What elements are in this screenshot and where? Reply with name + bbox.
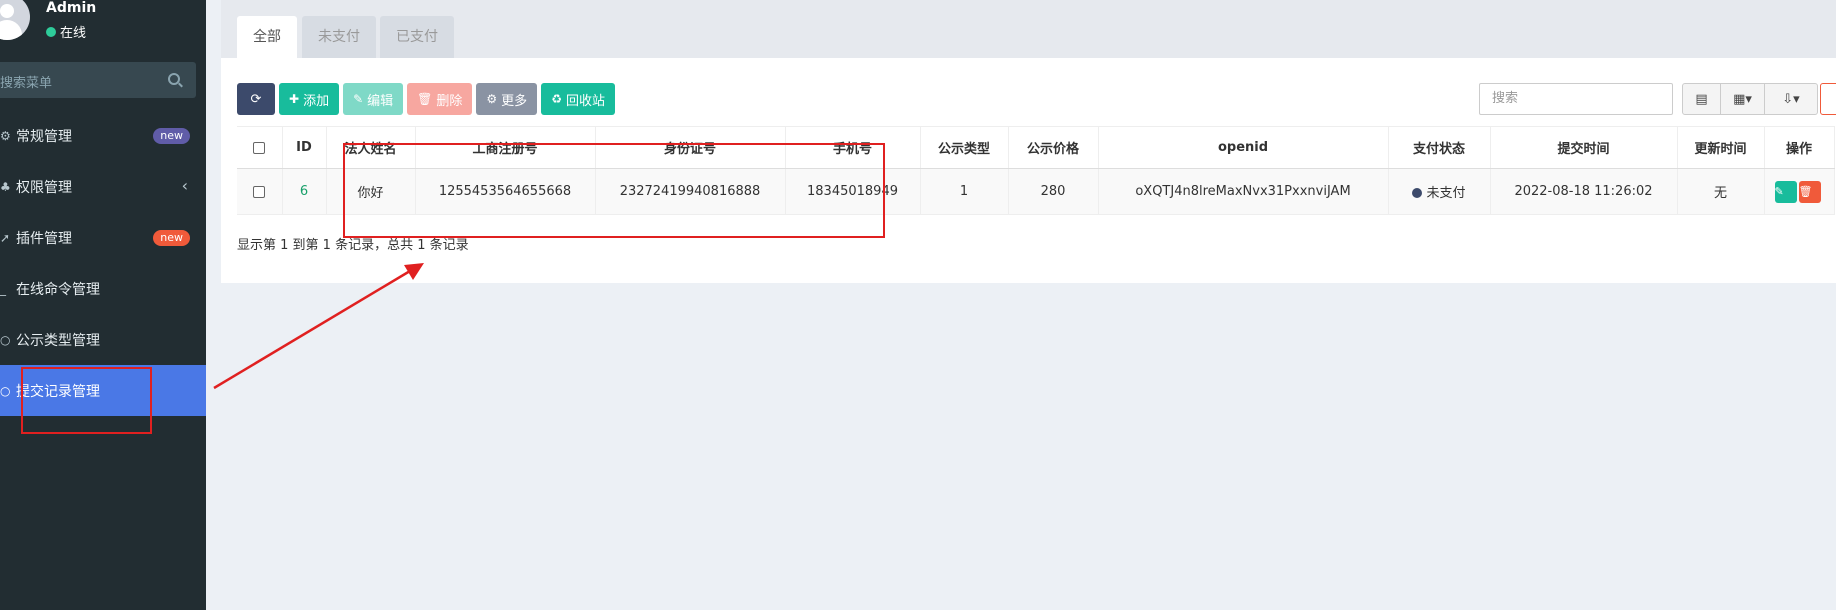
cell-pay-status: 未支付 (1388, 168, 1491, 215)
more-label: 更多 (501, 93, 528, 109)
cell-submit-time: 2022-08-18 11:26:02 (1490, 168, 1678, 215)
search-input[interactable]: 搜索 (1479, 83, 1673, 115)
col-submit-time[interactable]: 提交时间 (1490, 126, 1678, 169)
user-name: Admin (46, 0, 97, 16)
group-icon: ♣ (0, 179, 11, 194)
sidebar-item-permission[interactable]: ♣ 权限管理 ‹ (0, 161, 206, 212)
export-icon: ⇩▾ (1782, 91, 1800, 107)
delete-button[interactable]: 🗑 删除 (407, 83, 473, 115)
circle-icon: ○ (0, 332, 11, 347)
search-icon[interactable] (168, 73, 180, 85)
pencil-icon: ✎ (353, 92, 364, 106)
toolbar: ⟳ ✚ 添加 ✎ 编辑 🗑 删除 ⚙ 更多 ♻ 回收站 (237, 83, 619, 115)
refresh-button[interactable]: ⟳ (237, 83, 275, 115)
terminal-icon: _ (0, 281, 6, 296)
col-type[interactable]: 公示类型 (920, 126, 1009, 169)
sidebar-item-label: 插件管理 (16, 230, 72, 247)
status-dot-icon (1412, 188, 1423, 198)
sidebar-item-command[interactable]: _ 在线命令管理 (0, 263, 206, 314)
col-update-time[interactable]: 更新时间 (1677, 126, 1765, 169)
columns-button[interactable]: ▦▾ (1721, 84, 1765, 114)
edit-label: 编辑 (367, 93, 394, 109)
recycle-label: 回收站 (565, 93, 605, 109)
pay-status-text: 未支付 (1426, 186, 1466, 201)
gear-icon: ⚙ (486, 92, 498, 106)
user-status: 在线 (46, 22, 86, 41)
annotation-box-table (343, 143, 885, 238)
toggle-view-button[interactable]: ▤ (1683, 84, 1721, 114)
select-all-checkbox[interactable] (253, 141, 266, 154)
row-checkbox[interactable] (253, 185, 266, 198)
col-pay-status[interactable]: 支付状态 (1388, 126, 1491, 169)
col-actions: 操作 (1764, 126, 1835, 169)
row-edit-button[interactable]: ✎ (1774, 180, 1797, 203)
new-badge: new (153, 128, 190, 144)
recycle-button[interactable]: ♻ 回收站 (541, 83, 615, 115)
export-button[interactable]: ⇩▾ (1765, 84, 1817, 114)
sidebar-search-placeholder: 搜索菜单 (0, 76, 53, 91)
extra-button[interactable] (1820, 83, 1836, 115)
sidebar-item-label: 权限管理 (16, 179, 72, 196)
trash-icon: 🗑 (417, 92, 433, 106)
col-id[interactable]: ID (282, 126, 327, 169)
col-openid[interactable]: openid (1098, 126, 1389, 169)
sidebar-item-label: 常规管理 (16, 128, 72, 145)
add-button[interactable]: ✚ 添加 (279, 83, 340, 115)
sidebar: Admin 在线 搜索菜单 ⚙ 常规管理 new ♣ 权限管理 ‹ ➚ 插件管理… (0, 0, 206, 610)
tab-bar: 全部 未支付 已支付 (221, 0, 1836, 58)
col-price[interactable]: 公示价格 (1008, 126, 1099, 169)
online-dot-icon (46, 26, 56, 37)
more-button[interactable]: ⚙ 更多 (476, 83, 538, 115)
sidebar-search-input[interactable]: 搜索菜单 (0, 62, 196, 98)
circle-icon: ○ (0, 383, 11, 398)
cell-update-time: 无 (1677, 168, 1765, 215)
grid-icon: ▦▾ (1733, 91, 1752, 107)
tab-paid[interactable]: 已支付 (380, 16, 454, 58)
tab-unpaid[interactable]: 未支付 (302, 16, 376, 58)
cell-type: 1 (920, 168, 1009, 215)
cell-actions: ✎ 🗑 (1764, 168, 1835, 215)
cell-openid: oXQTJ4n8lreMaxNvx31PxxnviJAM (1098, 168, 1389, 215)
user-panel: Admin 在线 (0, 0, 206, 52)
sidebar-item-label: 公示类型管理 (16, 332, 100, 349)
recycle-icon: ♻ (551, 92, 562, 106)
sidebar-item-general[interactable]: ⚙ 常规管理 new (0, 110, 206, 161)
tab-all[interactable]: 全部 (237, 16, 297, 58)
rocket-icon: ➚ (0, 230, 11, 245)
annotation-box-menu (21, 367, 152, 434)
plus-icon: ✚ (289, 92, 300, 106)
cogs-icon: ⚙ (0, 128, 11, 143)
sidebar-item-plugins[interactable]: ➚ 插件管理 new (0, 212, 206, 263)
sidebar-item-notice-type[interactable]: ○ 公示类型管理 (0, 314, 206, 365)
cell-price: 280 (1008, 168, 1099, 215)
refresh-icon: ⟳ (250, 91, 262, 107)
sidebar-item-label: 在线命令管理 (16, 281, 100, 298)
edit-button[interactable]: ✎ 编辑 (343, 83, 404, 115)
select-all-checkbox-cell[interactable] (237, 126, 283, 169)
delete-label: 删除 (436, 93, 463, 109)
row-checkbox-cell[interactable] (237, 168, 283, 215)
add-label: 添加 (303, 93, 330, 109)
new-badge: new (153, 230, 190, 246)
user-status-text: 在线 (60, 26, 87, 41)
row-delete-button[interactable]: 🗑 (1798, 180, 1821, 203)
avatar (0, 0, 30, 40)
chevron-left-icon: ‹ (181, 176, 188, 195)
list-icon: ▤ (1695, 91, 1708, 107)
cell-id: 6 (282, 168, 327, 215)
view-toggle-group: ▤ ▦▾ ⇩▾ (1682, 83, 1818, 115)
